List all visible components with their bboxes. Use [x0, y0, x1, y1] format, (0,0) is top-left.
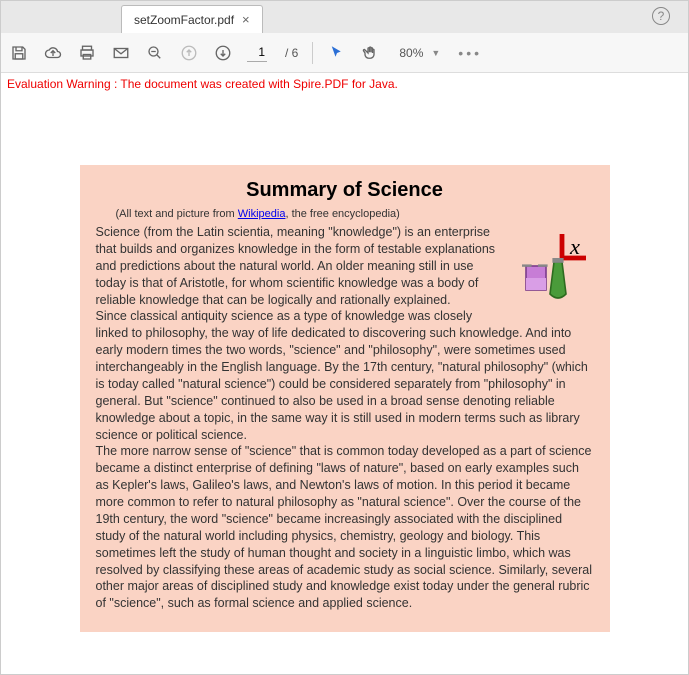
zoom-value: 80%	[399, 46, 423, 60]
toolbar: / 6 80% ▼ •••	[1, 33, 688, 73]
divider	[312, 42, 313, 64]
help-icon[interactable]: ?	[652, 7, 670, 25]
document-tab[interactable]: setZoomFactor.pdf ×	[121, 5, 263, 33]
page-title: Summary of Science	[96, 179, 594, 202]
page-number-input[interactable]	[247, 43, 267, 62]
chevron-down-icon: ▼	[431, 48, 440, 58]
close-icon[interactable]: ×	[242, 12, 250, 27]
hand-icon[interactable]	[361, 43, 381, 63]
pdf-page: Summary of Science (All text and picture…	[80, 165, 610, 632]
zoom-select[interactable]: 80% ▼	[395, 46, 444, 60]
svg-text:x: x	[569, 234, 580, 259]
wikipedia-link[interactable]: Wikipedia	[238, 208, 286, 220]
cloud-upload-icon[interactable]	[43, 43, 63, 63]
paragraph-3: The more narrow sense of "science" that …	[96, 443, 594, 612]
pdf-viewer[interactable]: Summary of Science (All text and picture…	[1, 95, 688, 674]
pointer-icon[interactable]	[327, 43, 347, 63]
mail-icon[interactable]	[111, 43, 131, 63]
next-page-icon[interactable]	[213, 43, 233, 63]
print-icon[interactable]	[77, 43, 97, 63]
more-options-icon[interactable]: •••	[458, 45, 482, 61]
prev-page-icon[interactable]	[179, 43, 199, 63]
save-icon[interactable]	[9, 43, 29, 63]
tab-title: setZoomFactor.pdf	[134, 13, 234, 27]
zoom-out-icon[interactable]	[145, 43, 165, 63]
paragraph-2: Since classical antiquity science as a t…	[96, 308, 594, 443]
tab-bar: setZoomFactor.pdf × ?	[1, 1, 688, 33]
evaluation-warning: Evaluation Warning : The document was cr…	[1, 73, 688, 95]
subtitle: (All text and picture from Wikipedia, th…	[116, 208, 594, 220]
science-icon: x	[514, 226, 594, 306]
page-total: / 6	[285, 46, 298, 60]
